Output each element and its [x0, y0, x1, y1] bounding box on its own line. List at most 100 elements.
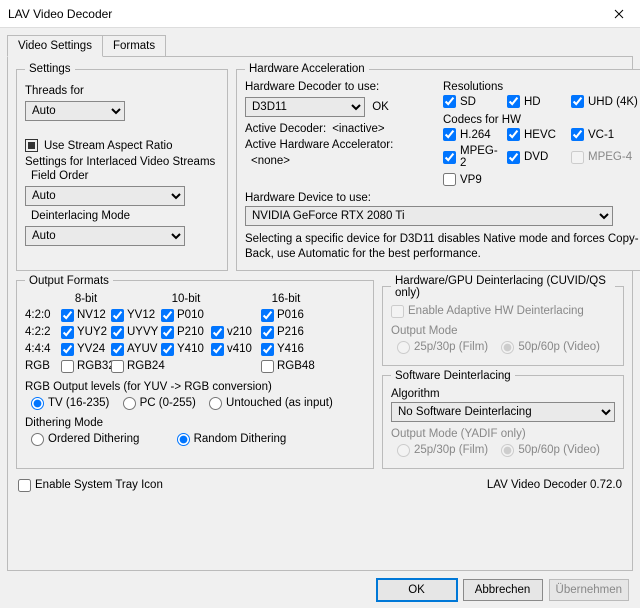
- fmt-y410[interactable]: Y410: [161, 343, 211, 356]
- rgb-tv[interactable]: TV (16-235): [31, 397, 109, 410]
- deint-mode-label: Deinterlacing Mode: [31, 210, 219, 222]
- hw-deint-enable[interactable]: Enable Adaptive HW Deinterlacing: [391, 305, 584, 318]
- hw-deint-group: Hardware/GPU Deinterlacing (CUVID/QS onl…: [382, 275, 624, 366]
- codec-vc1[interactable]: VC-1: [571, 128, 640, 141]
- apply-button[interactable]: Übernehmen: [549, 579, 629, 601]
- codec-vp9[interactable]: VP9: [443, 173, 501, 186]
- rgb-levels-label: RGB Output levels (for YUV -> RGB conver…: [25, 381, 365, 393]
- dialog-buttons: OK Abbrechen Übernehmen: [7, 571, 633, 601]
- hw-accel-legend: Hardware Acceleration: [245, 63, 369, 75]
- codecs-label: Codecs for HW: [443, 114, 640, 126]
- hw-decoder-label: Hardware Decoder to use:: [245, 81, 431, 93]
- mid-row: Output Formats 8-bit 10-bit 16-bit 4:2:0…: [16, 275, 624, 469]
- dither-radios: Ordered Dithering Random Dithering: [31, 433, 365, 449]
- hw-row: Hardware Decoder to use: D3D11 OK Active…: [245, 81, 640, 186]
- fmt-rgb48[interactable]: RGB48: [261, 360, 311, 373]
- tab-video-settings[interactable]: Video Settings: [7, 35, 103, 57]
- row-422: 4:2:2: [25, 326, 61, 338]
- dither-label: Dithering Mode: [25, 417, 365, 429]
- dither-random[interactable]: Random Dithering: [177, 433, 287, 446]
- fmt-p016[interactable]: P016: [261, 309, 311, 322]
- fmt-v410[interactable]: v410: [211, 343, 261, 356]
- sw-deint-video[interactable]: 50p/60p (Video): [501, 444, 600, 457]
- stream-aspect-row[interactable]: Use Stream Aspect Ratio: [25, 139, 219, 152]
- codec-dvd[interactable]: DVD: [507, 145, 565, 169]
- fmt-p216[interactable]: P216: [261, 326, 311, 339]
- res-hd[interactable]: HD: [507, 95, 565, 108]
- sw-deint-mode-label: Output Mode (YADIF only): [391, 428, 615, 440]
- codec-h264[interactable]: H.264: [443, 128, 501, 141]
- hw-deint-mode-label: Output Mode: [391, 325, 615, 337]
- tab-formats[interactable]: Formats: [103, 35, 166, 57]
- hw-deint-legend: Hardware/GPU Deinterlacing (CUVID/QS onl…: [391, 275, 615, 299]
- tray-icon-checkbox[interactable]: Enable System Tray Icon: [18, 479, 163, 492]
- codec-mpeg2[interactable]: MPEG-2: [443, 145, 501, 169]
- hw-decoder-select[interactable]: D3D11: [245, 97, 365, 117]
- settings-group: Settings Threads for Auto Use Stream Asp…: [16, 63, 228, 271]
- row-rgb: RGB: [25, 360, 61, 372]
- version-label: LAV Video Decoder 0.72.0: [487, 479, 622, 491]
- window-title: LAV Video Decoder: [8, 7, 598, 21]
- hw-device-label: Hardware Device to use:: [245, 192, 640, 204]
- fmt-yuy2[interactable]: YUY2: [61, 326, 111, 339]
- dither-ordered[interactable]: Ordered Dithering: [31, 433, 139, 446]
- col-8bit: 8-bit: [61, 293, 111, 305]
- settings-legend: Settings: [25, 63, 75, 75]
- fmt-nv12[interactable]: NV12: [61, 309, 111, 322]
- active-decoder-value: <inactive>: [332, 123, 384, 135]
- codec-mpeg4[interactable]: MPEG-4: [571, 145, 640, 169]
- hw-accel-group: Hardware Acceleration Hardware Decoder t…: [236, 63, 640, 271]
- tab-page: Settings Threads for Auto Use Stream Asp…: [7, 56, 633, 571]
- rgb-pc[interactable]: PC (0-255): [123, 397, 196, 410]
- top-row: Settings Threads for Auto Use Stream Asp…: [16, 63, 624, 271]
- fmt-uyvy[interactable]: UYVY: [111, 326, 161, 339]
- sw-deint-film[interactable]: 25p/30p (Film): [397, 444, 488, 457]
- output-formats-group: Output Formats 8-bit 10-bit 16-bit 4:2:0…: [16, 275, 374, 469]
- deint-mode-select[interactable]: Auto: [25, 226, 185, 246]
- col-16bit: 16-bit: [261, 293, 311, 305]
- hw-deint-film[interactable]: 25p/30p (Film): [397, 341, 488, 354]
- hw-right: Resolutions SD HD UHD (4K) Codecs for HW…: [443, 81, 640, 186]
- hw-device-select[interactable]: NVIDIA GeForce RTX 2080 Ti: [245, 206, 613, 226]
- formats-grid: 8-bit 10-bit 16-bit 4:2:0 NV12 YV12 P010…: [25, 293, 365, 373]
- stream-aspect-checkbox[interactable]: [25, 139, 38, 152]
- sw-deint-algo-label: Algorithm: [391, 388, 615, 400]
- cancel-button[interactable]: Abbrechen: [463, 579, 543, 601]
- close-icon[interactable]: [598, 0, 640, 27]
- rgb-untouched[interactable]: Untouched (as input): [209, 397, 333, 410]
- col-10bit: 10-bit: [161, 293, 211, 305]
- res-uhd[interactable]: UHD (4K): [571, 95, 640, 108]
- row-420: 4:2:0: [25, 309, 61, 321]
- sw-deint-algo-select[interactable]: No Software Deinterlacing: [391, 402, 615, 422]
- footer-row: Enable System Tray Icon LAV Video Decode…: [16, 477, 624, 492]
- hw-deint-video[interactable]: 50p/60p (Video): [501, 341, 600, 354]
- row-444: 4:4:4: [25, 343, 61, 355]
- resolutions-grid: SD HD UHD (4K): [443, 95, 640, 108]
- fmt-p210[interactable]: P210: [161, 326, 211, 339]
- stream-aspect-label: Use Stream Aspect Ratio: [44, 140, 172, 152]
- res-sd[interactable]: SD: [443, 95, 501, 108]
- fmt-yv12[interactable]: YV12: [111, 309, 161, 322]
- fmt-rgb32[interactable]: RGB32: [61, 360, 111, 373]
- fmt-y416[interactable]: Y416: [261, 343, 311, 356]
- ok-button[interactable]: OK: [377, 579, 457, 601]
- codec-hevc[interactable]: HEVC: [507, 128, 565, 141]
- resolutions-label: Resolutions: [443, 81, 640, 93]
- hw-note: Selecting a specific device for D3D11 di…: [245, 232, 640, 262]
- fmt-yv24[interactable]: YV24: [61, 343, 111, 356]
- field-order-select[interactable]: Auto: [25, 186, 185, 206]
- sw-deint-group: Software Deinterlacing Algorithm No Soft…: [382, 370, 624, 469]
- codecs-grid: H.264 HEVC VC-1 MPEG-2 DVD MPEG-4 VP9: [443, 128, 640, 186]
- titlebar: LAV Video Decoder: [0, 0, 640, 28]
- tab-bar: Video Settings Formats: [7, 35, 633, 57]
- fmt-rgb24[interactable]: RGB24: [111, 360, 161, 373]
- active-decoder-label: Active Decoder:: [245, 123, 326, 135]
- threads-select[interactable]: Auto: [25, 101, 125, 121]
- sw-deint-legend: Software Deinterlacing: [391, 370, 515, 382]
- field-order-label: Field Order: [31, 170, 219, 182]
- client-area: Video Settings Formats Settings Threads …: [0, 28, 640, 608]
- fmt-p010[interactable]: P010: [161, 309, 211, 322]
- fmt-v210[interactable]: v210: [211, 326, 261, 339]
- fmt-ayuv[interactable]: AYUV: [111, 343, 161, 356]
- active-accel-label: Active Hardware Accelerator:: [245, 139, 431, 151]
